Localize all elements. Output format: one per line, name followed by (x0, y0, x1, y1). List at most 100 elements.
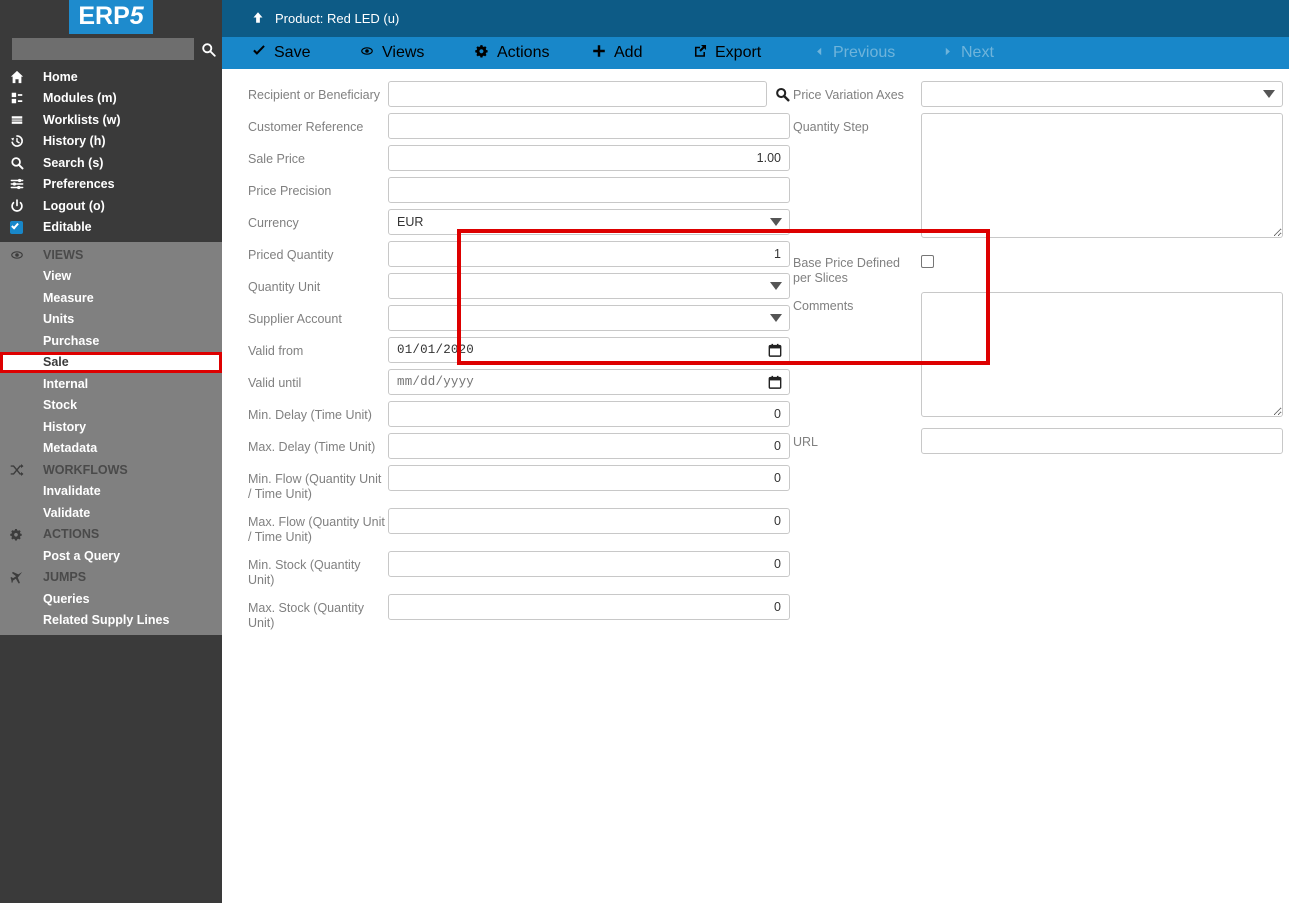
field-control-comments (921, 292, 1283, 422)
price-precision-input[interactable] (388, 177, 790, 203)
sidebar-item-label: Validate (43, 505, 91, 520)
max-delay-input[interactable] (388, 433, 790, 459)
recipient-or-beneficiary-lookup-wrap (388, 81, 790, 107)
calendar-icon[interactable] (768, 375, 782, 394)
sidebar-item-history[interactable]: History (0, 416, 222, 438)
recipient-or-beneficiary-input[interactable] (388, 81, 767, 107)
valid-from-date-wrap (388, 337, 790, 363)
eye-icon (10, 249, 34, 261)
sidebar-item-stock[interactable]: Stock (0, 395, 222, 417)
toolbar-button-label: Next (961, 44, 994, 61)
field-control-min-stock (388, 551, 790, 577)
search-icon (10, 156, 34, 170)
field-label-min-stock: Min. Stock (Quantity Unit) (248, 558, 361, 587)
quantity-unit-select[interactable] (388, 273, 790, 299)
sidebar-top-section: ERP5 Home Modules (m) Worklists (w) History… (0, 0, 222, 242)
sidebar-item-worklists-w[interactable]: Worklists (w) (0, 109, 222, 131)
toolbar-button-label: Export (715, 44, 762, 61)
comments-textarea[interactable] (921, 292, 1283, 417)
sidebar-item-sale[interactable]: Sale (0, 351, 222, 373)
price-variation-axes-select-wrap (921, 81, 1283, 107)
caret-left-icon (814, 44, 825, 62)
min-stock-input[interactable] (388, 551, 790, 577)
check-icon (252, 44, 266, 63)
priced-quantity-input[interactable] (388, 241, 790, 267)
toolbar-actions-button[interactable]: Actions (475, 37, 549, 69)
toolbar-button-label: Save (274, 44, 311, 61)
base-price-defined-per-slices-checkbox[interactable] (921, 255, 934, 268)
sidebar-item-validate[interactable]: Validate (0, 502, 222, 524)
url-input[interactable] (921, 428, 1283, 454)
field-control-price-precision (388, 177, 790, 203)
toolbar-views-button[interactable]: Views (360, 37, 424, 69)
sidebar-item-measure[interactable]: Measure (0, 287, 222, 309)
field-row-base-price-defined-per-slices: Base Price Defined per Slices (793, 249, 1283, 286)
sidebar-item-related-supply-lines[interactable]: Related Supply Lines (0, 610, 222, 632)
sidebar-item-post-a-query[interactable]: Post a Query (0, 545, 222, 567)
sidebar-item-purchase[interactable]: Purchase (0, 330, 222, 352)
workflows-icon (10, 463, 34, 477)
quantity-step-textarea[interactable] (921, 113, 1283, 238)
sidebar-group-workflows: WORKFLOWS (0, 459, 222, 481)
sidebar-item-label: Stock (43, 398, 78, 413)
field-label-base-price-defined-per-slices: Base Price Defined per Slices (793, 256, 901, 285)
sidebar-item-label: History (h) (43, 134, 106, 149)
field-row-min-delay: Min. Delay (Time Unit) (248, 401, 790, 427)
toolbar-export-button[interactable]: Export (694, 37, 761, 69)
min-flow-input[interactable] (388, 465, 790, 491)
toolbar-add-button[interactable]: Add (592, 37, 642, 69)
customer-reference-input[interactable] (388, 113, 790, 139)
field-control-max-delay (388, 433, 790, 459)
field-control-url (921, 428, 1283, 454)
sale-price-input[interactable] (388, 145, 790, 171)
max-flow-input[interactable] (388, 508, 790, 534)
modules-icon (10, 91, 34, 105)
field-label-url: URL (793, 435, 819, 449)
min-delay-input[interactable] (388, 401, 790, 427)
arrow-up-icon[interactable] (252, 11, 264, 27)
field-label-max-flow: Max. Flow (Quantity Unit / Time Unit) (248, 515, 385, 544)
sidebar-item-invalidate[interactable]: Invalidate (0, 481, 222, 503)
supplier-account-select[interactable] (388, 305, 790, 331)
price-variation-axes-select[interactable] (921, 81, 1283, 107)
sidebar-item-label: Preferences (43, 177, 115, 192)
erp5-logo[interactable]: ERP5 (0, 0, 222, 34)
sidebar-item-editable[interactable]: Editable (0, 217, 222, 239)
sidebar-item-internal[interactable]: Internal (0, 373, 222, 395)
field-control-min-delay (388, 401, 790, 427)
sidebar-item-modules-m[interactable]: Modules (m) (0, 88, 222, 110)
sidebar-item-units[interactable]: Units (0, 309, 222, 331)
sidebar-item-home[interactable]: Home (0, 66, 222, 88)
field-control-valid-until (388, 369, 790, 395)
sidebar-item-search-s[interactable]: Search (s) (0, 152, 222, 174)
calendar-icon[interactable] (768, 343, 782, 362)
search-icon[interactable] (201, 42, 216, 57)
search-icon[interactable] (775, 87, 790, 102)
sidebar-item-preferences[interactable]: Preferences (0, 174, 222, 196)
valid-until-input[interactable] (388, 369, 790, 395)
field-control-max-flow (388, 508, 790, 534)
sidebar-group-label: WORKFLOWS (43, 462, 128, 477)
logo-text-suffix: 5 (129, 2, 144, 30)
sidebar-primary-nav: Home Modules (m) Worklists (w) History (h) S… (0, 66, 222, 238)
currency-select[interactable]: EUR (388, 209, 790, 235)
history-icon (10, 134, 34, 148)
jumps-icon (10, 571, 34, 584)
sidebar-item-history-h[interactable]: History (h) (0, 131, 222, 153)
sidebar-item-view[interactable]: View (0, 266, 222, 288)
field-label-recipient-or-beneficiary: Recipient or Beneficiary (248, 88, 381, 102)
sidebar-item-queries[interactable]: Queries (0, 588, 222, 610)
valid-from-input[interactable] (388, 337, 790, 363)
sidebar-item-label: Queries (43, 591, 90, 606)
max-stock-input[interactable] (388, 594, 790, 620)
toolbar-save-button[interactable]: Save (252, 37, 310, 69)
field-label-customer-reference: Customer Reference (248, 120, 364, 134)
sidebar-group-jumps: JUMPS (0, 567, 222, 589)
sidebar-item-metadata[interactable]: Metadata (0, 438, 222, 460)
sidebar-item-logout-o[interactable]: Logout (o) (0, 195, 222, 217)
sidebar-item-label: Post a Query (43, 548, 121, 563)
field-label-currency: Currency (248, 216, 299, 230)
sidebar-search-row (0, 34, 222, 66)
power-icon (10, 198, 34, 213)
sidebar-search-input[interactable] (12, 38, 194, 60)
